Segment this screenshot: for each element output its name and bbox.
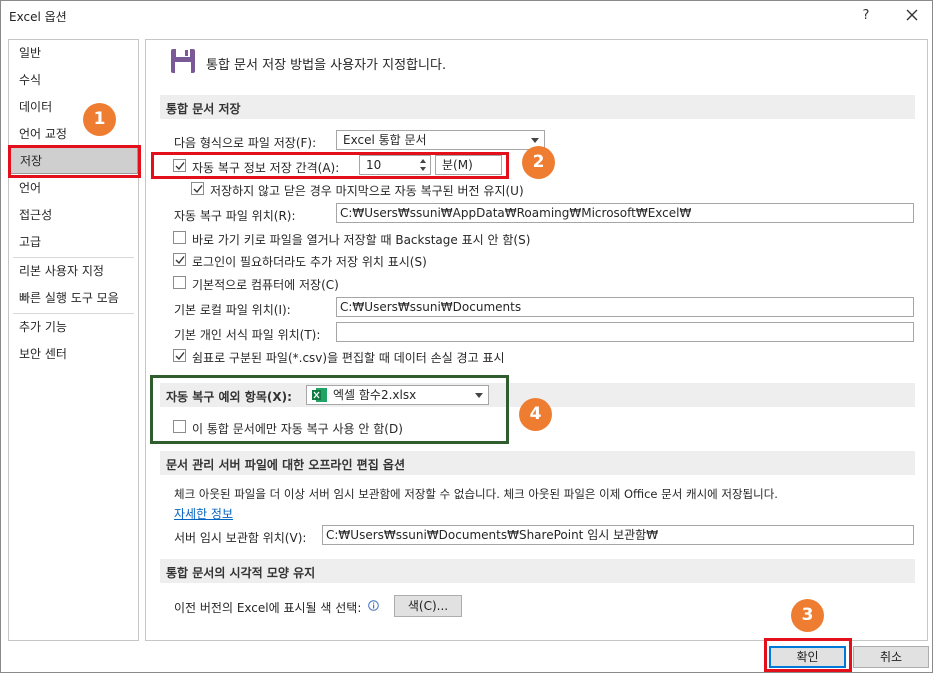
sidebar-item-accessibility[interactable]: 접근성 xyxy=(9,202,138,229)
sidebar-item-advanced[interactable]: 고급 xyxy=(9,229,138,256)
colors-button[interactable]: 색(C)... xyxy=(394,595,462,617)
section-offline-editing: 문서 관리 서버 파일에 대한 오프라인 편집 옵션 xyxy=(160,451,915,475)
info-icon xyxy=(368,600,379,611)
annotation-box-ok xyxy=(764,638,852,672)
save-format-dropdown[interactable]: Excel 통합 문서 xyxy=(336,130,545,150)
section-visual-appearance: 통합 문서의 시각적 모양 유지 xyxy=(160,559,915,583)
drafts-location-value: C:₩Users₩ssuni₩Documents₩SharePoint 임시 보… xyxy=(326,528,659,542)
keep-last-autosaved-checkbox[interactable] xyxy=(191,182,204,195)
section-save-workbooks: 통합 문서 저장 xyxy=(160,95,915,119)
sidebar-item-customize-ribbon[interactable]: 리본 사용자 지정 xyxy=(9,258,138,285)
drafts-location-label: 서버 임시 보관함 위치(V): xyxy=(174,531,307,545)
show-extra-locations-checkbox[interactable] xyxy=(173,253,186,266)
template-location-input[interactable] xyxy=(336,322,914,342)
annotation-box-autorecover xyxy=(151,152,509,179)
section-title: 통합 문서 저장 xyxy=(166,102,241,116)
sidebar-item-data[interactable]: 데이터 xyxy=(9,94,138,121)
page-header-text: 통합 문서 저장 방법을 사용자가 지정합니다. xyxy=(206,58,447,73)
annotation-badge-3: 3 xyxy=(791,599,824,632)
checkmark-icon xyxy=(175,256,185,265)
close-icon xyxy=(906,9,918,21)
checkmark-icon xyxy=(193,185,203,194)
checkmark-icon xyxy=(175,352,185,361)
section-title: 문서 관리 서버 파일에 대한 오프라인 편집 옵션 xyxy=(166,458,406,472)
floppy-disk-icon xyxy=(171,49,195,73)
annotation-box-exceptions xyxy=(150,375,509,444)
template-location-label: 기본 개인 서식 파일 위치(T): xyxy=(174,328,321,342)
close-button[interactable] xyxy=(899,5,925,27)
no-backstage-checkbox[interactable] xyxy=(173,231,186,244)
sidebar-item-quick-access-toolbar[interactable]: 빠른 실행 도구 모음 xyxy=(9,285,138,312)
annotation-box-save-tab xyxy=(8,145,141,178)
cancel-button[interactable]: 취소 xyxy=(853,646,929,668)
learn-more-link[interactable]: 자세한 정보 xyxy=(174,505,233,522)
save-to-computer-label: 기본적으로 컴퓨터에 저장(C) xyxy=(192,278,339,292)
colors-label: 이전 버전의 Excel에 표시될 색 선택: xyxy=(174,601,362,615)
autorecover-location-input[interactable]: C:₩Users₩ssuni₩AppData₩Roaming₩Microsoft… xyxy=(336,203,914,223)
local-location-label: 기본 로컬 파일 위치(I): xyxy=(174,303,291,317)
show-extra-locations-label: 로그인이 필요하더라도 추가 저장 위치 표시(S) xyxy=(192,255,427,269)
save-format-value: Excel 통합 문서 xyxy=(343,133,427,147)
local-location-value: C:₩Users₩ssuni₩Documents xyxy=(340,300,522,314)
sidebar-item-trust-center[interactable]: 보안 센터 xyxy=(9,341,138,368)
sidebar-item-add-ins[interactable]: 추가 기능 xyxy=(9,314,138,341)
save-options-panel: 통합 문서 저장 방법을 사용자가 지정합니다. 통합 문서 저장 다음 형식으… xyxy=(145,39,928,641)
sidebar-item-language[interactable]: 언어 xyxy=(9,175,138,202)
autorecover-location-label: 자동 복구 파일 위치(R): xyxy=(174,209,296,223)
window-title: Excel 옵션 xyxy=(9,10,67,24)
drafts-location-input[interactable]: C:₩Users₩ssuni₩Documents₩SharePoint 임시 보… xyxy=(322,525,914,545)
local-location-input[interactable]: C:₩Users₩ssuni₩Documents xyxy=(336,297,914,317)
annotation-badge-1: 1 xyxy=(83,103,116,136)
csv-warning-checkbox[interactable] xyxy=(173,349,186,362)
save-to-computer-checkbox[interactable] xyxy=(173,276,186,289)
offline-description: 체크 아웃된 파일을 더 이상 서버 임시 보관함에 저장할 수 없습니다. 체… xyxy=(174,487,778,501)
title-bar: Excel 옵션 ? xyxy=(1,1,932,31)
no-backstage-label: 바로 가기 키로 파일을 열거나 저장할 때 Backstage 표시 안 함(… xyxy=(192,233,531,247)
keep-last-autosaved-label: 저장하지 않고 닫은 경우 마지막으로 자동 복구된 버전 유지(U) xyxy=(210,184,524,198)
options-sidebar: 일반 수식 데이터 언어 교정 저장 언어 접근성 고급 리본 사용자 지정 빠… xyxy=(8,39,139,641)
sidebar-item-general[interactable]: 일반 xyxy=(9,40,138,67)
save-format-label: 다음 형식으로 파일 저장(F): xyxy=(174,136,317,150)
annotation-badge-2: 2 xyxy=(522,146,555,179)
help-button[interactable]: ? xyxy=(853,5,879,27)
csv-warning-label: 쉼표로 구분된 파일(*.csv)을 편집할 때 데이터 손실 경고 표시 xyxy=(192,351,505,365)
section-title: 통합 문서의 시각적 모양 유지 xyxy=(166,566,316,580)
annotation-badge-4: 4 xyxy=(519,398,552,431)
sidebar-item-proofing[interactable]: 언어 교정 xyxy=(9,121,138,148)
sidebar-item-formulas[interactable]: 수식 xyxy=(9,67,138,94)
chevron-down-icon xyxy=(531,138,539,143)
excel-options-dialog: Excel 옵션 ? 일반 수식 데이터 언어 교정 저장 언어 접근성 고급 … xyxy=(0,0,933,673)
autorecover-location-value: C:₩Users₩ssuni₩AppData₩Roaming₩Microsoft… xyxy=(340,206,692,220)
